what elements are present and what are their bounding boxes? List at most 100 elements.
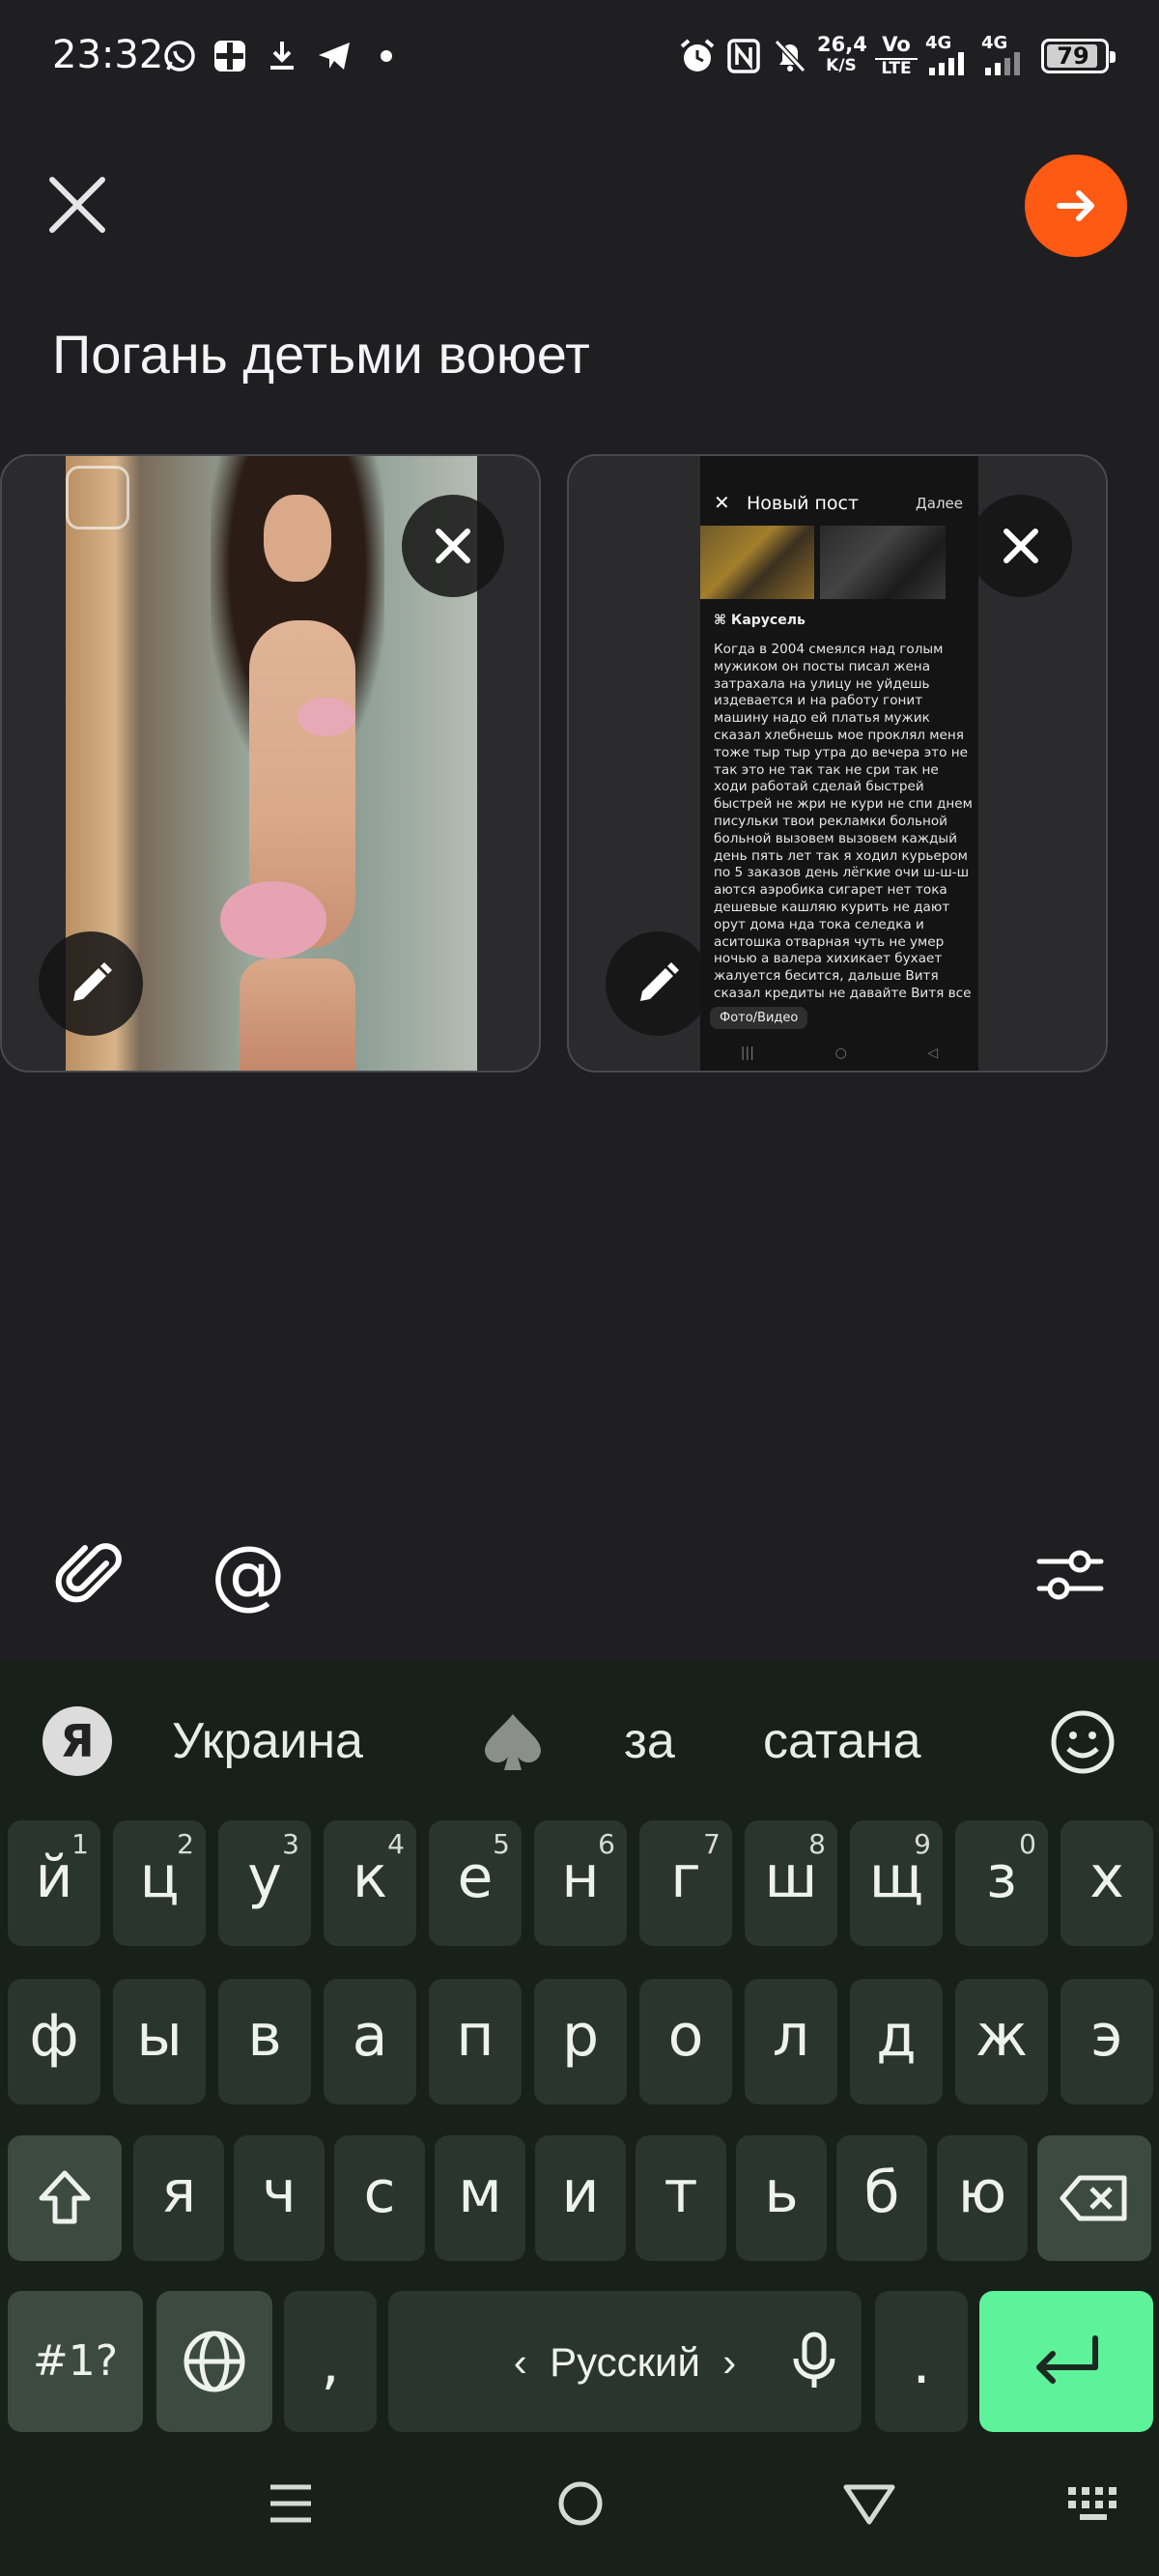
attachment-photo[interactable] [0,454,541,1073]
key-ц[interactable]: ц2 [113,1820,206,1946]
key-label: б [863,2159,900,2226]
key-б[interactable]: б [836,2135,927,2261]
spade-icon[interactable] [479,1708,547,1776]
language-globe-key[interactable] [156,2291,272,2432]
emoji-icon[interactable] [1049,1708,1117,1776]
key-number-hint: 1 [71,1828,89,1860]
dot-icon [367,37,406,75]
key-е[interactable]: е5 [429,1820,522,1946]
pencil-icon [640,962,679,1001]
key-label: я [160,2159,197,2226]
battery-icon: 79 [1041,39,1116,73]
next-button[interactable] [1025,155,1127,257]
close-button[interactable] [42,170,112,240]
enter-key[interactable] [979,2291,1153,2432]
microphone-icon[interactable] [792,2332,836,2391]
signal-2: 4G [981,35,1026,75]
key-э[interactable]: э [1060,1979,1153,2104]
volte-label: Vo [882,33,911,56]
space-language-label: Русский [550,2339,700,2385]
remove-attachment-button[interactable] [970,495,1072,597]
preview-carousel-label: Карусель [730,613,806,628]
key-в[interactable]: в [218,1979,311,2104]
comma-key-label: , [321,2330,340,2397]
screenshot-preview: ✕ Новый пост Далее ⌘ Карусель Когда в 20… [700,456,978,1071]
mute-bell-icon [771,37,809,75]
backspace-key[interactable] [1037,2135,1151,2261]
preview-next: Далее [916,495,963,512]
sliders-icon [1036,1550,1104,1600]
preview-navbar: ||| ○ ◁ [700,1045,978,1069]
attach-button[interactable] [52,1536,129,1614]
key-г[interactable]: г7 [639,1820,732,1946]
keyboard-icon[interactable] [1066,2485,1122,2524]
key-label: ж [975,2002,1029,2070]
settings-button[interactable] [1032,1536,1109,1614]
period-key-label: . [912,2330,931,2397]
shift-key[interactable] [8,2135,122,2261]
key-л[interactable]: л [745,1979,837,2104]
preview-body-text: Когда в 2004 смеялся над голым мужиком о… [714,642,973,1001]
key-у[interactable]: у3 [218,1820,311,1946]
key-н[interactable]: н6 [534,1820,627,1946]
mention-label: @ [211,1531,286,1618]
key-к[interactable]: к4 [324,1820,416,1946]
signal-1: 4G [925,35,970,75]
space-key[interactable]: ‹ Русский › [388,2291,862,2432]
close-icon [436,529,470,563]
key-щ[interactable]: щ9 [850,1820,943,1946]
key-х[interactable]: х [1060,1820,1153,1946]
attachment-screenshot[interactable]: ✕ Новый пост Далее ⌘ Карусель Когда в 20… [567,454,1108,1073]
key-я[interactable]: я [133,2135,224,2261]
edit-attachment-button[interactable] [39,931,143,1036]
key-number-hint: 3 [282,1828,299,1860]
post-title[interactable]: Погань детьми воюет [52,323,590,386]
key-label: п [456,2002,495,2070]
preview-carousel: ⌘ Карусель [714,613,806,628]
backspace-icon [1060,2175,1127,2221]
yandex-logo-button[interactable]: Я [42,1706,112,1776]
home-icon: ○ [834,1045,847,1061]
symbols-key[interactable]: #1? [8,2291,143,2432]
key-ь[interactable]: ь [736,2135,827,2261]
key-ш[interactable]: ш8 [745,1820,837,1946]
comma-key[interactable]: , [284,2291,377,2432]
key-label: с [363,2159,396,2226]
key-ч[interactable]: ч [234,2135,325,2261]
key-д[interactable]: д [850,1979,943,2104]
period-key[interactable]: . [875,2291,968,2432]
back-icon[interactable] [842,2483,896,2526]
key-ю[interactable]: ю [937,2135,1028,2261]
key-т[interactable]: т [636,2135,726,2261]
key-ф[interactable]: ф [8,1979,100,2104]
key-з[interactable]: з0 [955,1820,1048,1946]
key-с[interactable]: с [334,2135,425,2261]
home-icon[interactable] [556,2479,605,2528]
key-ы[interactable]: ы [113,1979,206,2104]
suggestion-2[interactable]: за [624,1712,675,1770]
remove-attachment-button[interactable] [402,495,504,597]
status-bar: 23:32 26,4 K/S Vo LTE 4G 4G 79 [0,0,1159,116]
system-navbar [0,2443,1159,2576]
key-label: р [561,2002,600,2070]
net-speed-unit: K/S [826,56,857,75]
suggestion-3[interactable]: сатана [763,1712,921,1770]
key-а[interactable]: а [324,1979,416,2104]
mention-button[interactable]: @ [205,1531,292,1618]
preview-thumb [700,526,814,599]
key-р[interactable]: р [534,1979,627,2104]
key-и[interactable]: и [535,2135,626,2261]
key-ж[interactable]: ж [955,1979,1048,2104]
key-м[interactable]: м [435,2135,525,2261]
edit-attachment-button[interactable] [606,931,710,1036]
grid-app-icon [211,37,249,75]
menu-icon[interactable] [267,2479,315,2528]
key-й[interactable]: й1 [8,1820,100,1946]
key-п[interactable]: п [429,1979,522,2104]
lte-label: LTE [875,58,918,77]
key-о[interactable]: о [639,1979,732,2104]
chevron-right-icon: › [699,2339,737,2385]
suggestion-1[interactable]: Украина [172,1712,363,1770]
back-icon: ◁ [927,1045,939,1061]
carousel-icon: ⌘ [714,613,731,628]
